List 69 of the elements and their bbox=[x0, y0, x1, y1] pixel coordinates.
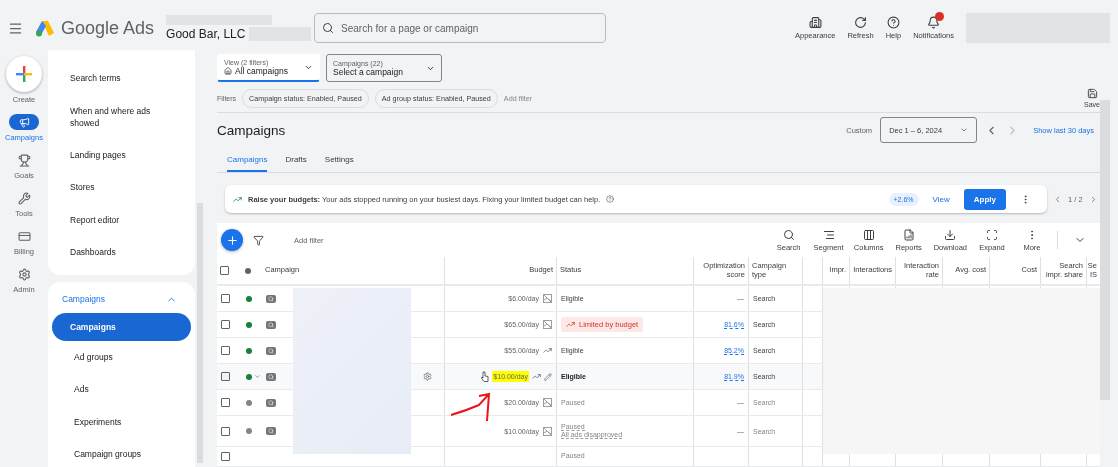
search-type-icon bbox=[266, 398, 276, 407]
checkbox[interactable] bbox=[220, 266, 229, 275]
menu-item[interactable]: Search terms bbox=[48, 62, 195, 95]
search-field[interactable]: Search for a page or campaign bbox=[314, 13, 607, 43]
download-icon bbox=[944, 228, 957, 241]
plus-icon bbox=[225, 233, 239, 247]
menu-item[interactable]: When and where ads showed bbox=[48, 94, 195, 139]
home-icon bbox=[224, 67, 232, 75]
logo-icon bbox=[35, 19, 55, 37]
checkbox[interactable] bbox=[221, 452, 230, 461]
tab[interactable]: Drafts bbox=[285, 155, 307, 173]
menu-item[interactable]: Experiments bbox=[52, 405, 191, 438]
account-name: Good Bar, LLC bbox=[166, 27, 246, 41]
page-title: Campaigns bbox=[217, 122, 286, 138]
product-name: Google Ads bbox=[61, 17, 155, 39]
search-type-icon bbox=[266, 294, 276, 303]
caret-icon bbox=[254, 373, 261, 380]
menu-item[interactable]: Ads bbox=[52, 373, 191, 406]
add-button[interactable] bbox=[221, 229, 243, 251]
checkbox[interactable] bbox=[221, 294, 230, 303]
apply-button[interactable]: Apply bbox=[963, 188, 1006, 210]
menu-item[interactable]: Dashboards bbox=[48, 236, 195, 269]
settings-icon[interactable] bbox=[423, 372, 432, 381]
checkbox[interactable] bbox=[221, 346, 230, 355]
help-icon bbox=[886, 16, 900, 29]
checkbox[interactable] bbox=[221, 372, 230, 381]
menu-icon[interactable] bbox=[8, 20, 23, 36]
building-icon bbox=[808, 16, 822, 29]
search-icon bbox=[782, 228, 795, 241]
trophy-icon bbox=[17, 153, 31, 167]
search-icon bbox=[322, 22, 335, 34]
search-type-icon bbox=[266, 372, 276, 381]
tools-icon bbox=[17, 191, 31, 205]
columns-icon bbox=[862, 228, 875, 241]
help-icon[interactable] bbox=[606, 195, 615, 203]
caret-icon bbox=[304, 63, 313, 72]
section-header[interactable]: Campaigns bbox=[52, 287, 191, 313]
checkbox[interactable] bbox=[221, 398, 230, 407]
menu-item[interactable]: Campaigns bbox=[52, 312, 191, 341]
view-link[interactable]: View bbox=[932, 194, 950, 204]
menu-item[interactable]: Ad groups bbox=[52, 340, 191, 373]
menu-item[interactable]: Report editor bbox=[48, 203, 195, 236]
scrollbar-thumb[interactable] bbox=[1100, 100, 1110, 400]
menu-item[interactable]: Landing pages bbox=[48, 138, 195, 171]
menu-item[interactable]: Campaign groups bbox=[52, 438, 191, 467]
tab[interactable]: Settings bbox=[324, 155, 354, 173]
filter-icon[interactable] bbox=[253, 234, 264, 246]
search-type-icon bbox=[266, 346, 276, 355]
search-type-icon bbox=[266, 320, 276, 329]
megaphone-icon bbox=[18, 116, 30, 128]
bell-icon bbox=[927, 16, 941, 29]
pointer-cursor-icon bbox=[481, 371, 490, 382]
caret-icon bbox=[960, 126, 969, 134]
segment-icon bbox=[822, 228, 835, 241]
menu-item[interactable]: Stores bbox=[48, 171, 195, 204]
plus-icon bbox=[15, 65, 33, 83]
trend-icon bbox=[233, 194, 242, 204]
refresh-icon bbox=[854, 16, 868, 29]
status-dot-icon bbox=[245, 267, 251, 274]
card-icon bbox=[17, 229, 31, 243]
checkbox[interactable] bbox=[221, 426, 230, 436]
chart-icon bbox=[566, 320, 575, 329]
checkbox[interactable] bbox=[221, 320, 230, 329]
save-icon bbox=[1086, 88, 1098, 99]
search-type-icon bbox=[266, 427, 276, 435]
previous-icon[interactable] bbox=[1053, 194, 1062, 204]
report-icon bbox=[902, 228, 915, 241]
settings-icon bbox=[17, 267, 31, 281]
expand-icon bbox=[986, 228, 998, 241]
